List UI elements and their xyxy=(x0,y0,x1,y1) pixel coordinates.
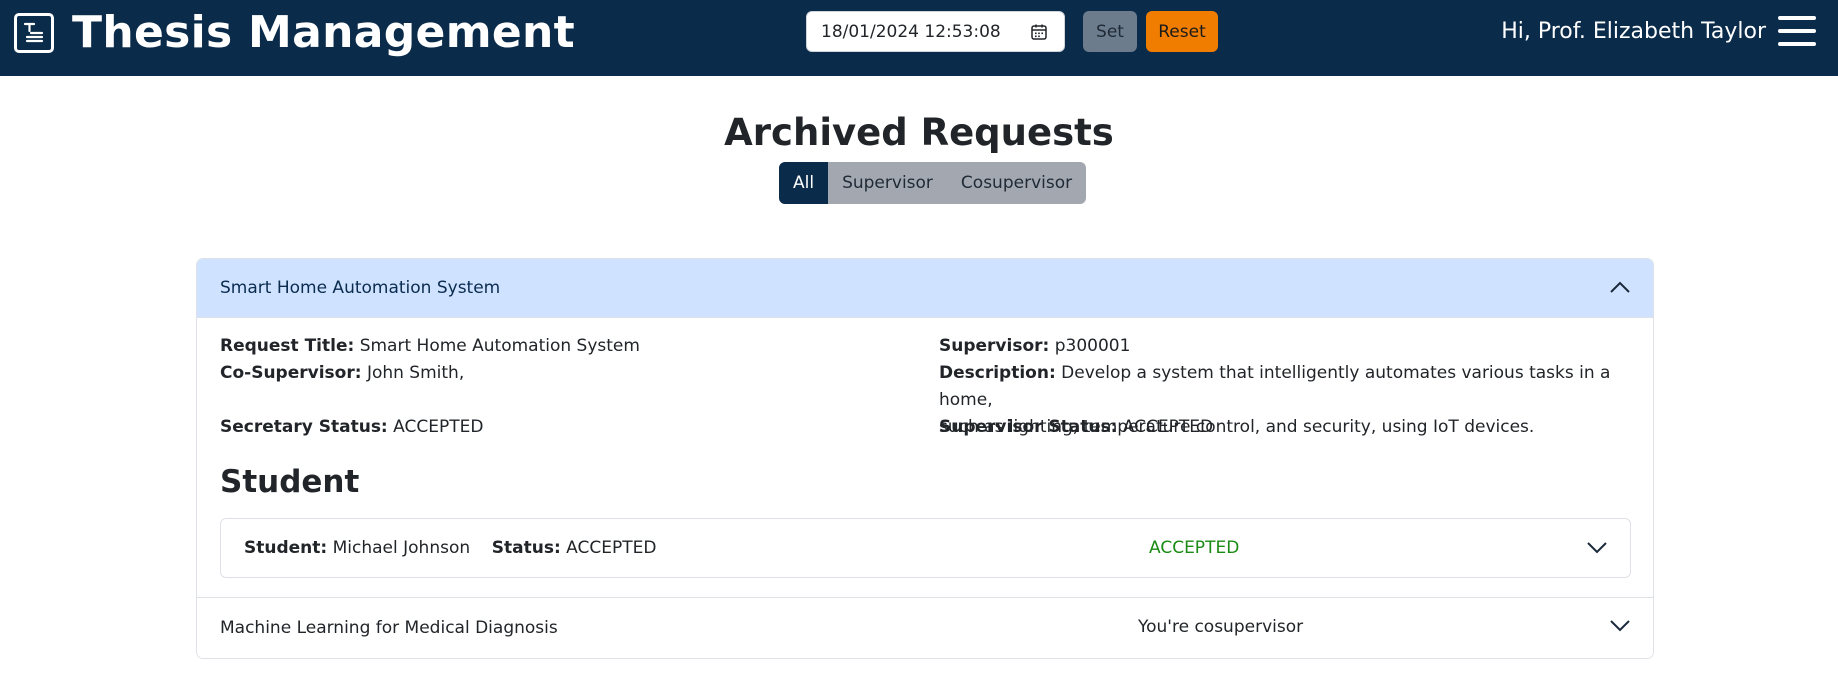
filter-cosupervisor-button[interactable]: Cosupervisor xyxy=(946,162,1087,204)
brand[interactable]: Thesis Management xyxy=(14,11,575,55)
datetime-picker[interactable] xyxy=(806,11,1065,52)
request-title: Smart Home Automation System xyxy=(220,278,501,298)
supervisor-status-field: Supervisor Status: ACCEPTED xyxy=(939,417,1214,437)
student-heading: Student xyxy=(220,464,360,500)
app-title: Thesis Management xyxy=(72,7,575,58)
request-header[interactable]: Smart Home Automation System xyxy=(197,259,1653,318)
filter-toggle-group: All Supervisor Cosupervisor xyxy=(779,162,1087,204)
top-navbar: Thesis Management Set Reset Hi, Prof. El… xyxy=(0,0,1838,76)
request-title: Machine Learning for Medical Diagnosis xyxy=(220,618,558,638)
student-info: Student: Michael Johnson Status: ACCEPTE… xyxy=(244,538,657,558)
student-status: ACCEPTED xyxy=(566,538,657,558)
page-title: Archived Requests xyxy=(724,111,1114,154)
cosupervisor-field: Co-Supervisor: John Smith, xyxy=(220,363,465,383)
menu-icon[interactable] xyxy=(1778,16,1816,46)
status-badge: ACCEPTED xyxy=(1149,538,1240,558)
calendar-icon[interactable] xyxy=(1030,23,1048,45)
student-name: Michael Johnson xyxy=(332,538,471,558)
request-title-field: Request Title: Smart Home Automation Sys… xyxy=(220,336,640,356)
set-button[interactable]: Set xyxy=(1083,11,1137,52)
chevron-down-icon[interactable] xyxy=(1609,618,1631,638)
supervisor-field: Supervisor: p300001 xyxy=(939,336,1131,356)
request-details: Request Title: Smart Home Automation Sys… xyxy=(197,318,1653,598)
user-greeting: Hi, Prof. Elizabeth Taylor xyxy=(1501,19,1766,44)
document-logo-icon xyxy=(14,13,54,53)
request-header[interactable]: Machine Learning for Medical Diagnosis Y… xyxy=(197,598,1653,658)
filter-supervisor-button[interactable]: Supervisor xyxy=(828,162,947,204)
datetime-input[interactable] xyxy=(807,12,1027,51)
chevron-up-icon[interactable] xyxy=(1609,279,1631,299)
filter-all-button[interactable]: All xyxy=(779,162,829,204)
requests-accordion: Smart Home Automation System Request Tit… xyxy=(196,258,1654,659)
student-card[interactable]: Student: Michael Johnson Status: ACCEPTE… xyxy=(220,518,1631,578)
reset-button[interactable]: Reset xyxy=(1146,11,1218,52)
role-label: You're cosupervisor xyxy=(1138,617,1304,637)
chevron-down-icon[interactable] xyxy=(1586,540,1608,559)
secretary-status-field: Secretary Status: ACCEPTED xyxy=(220,417,484,437)
